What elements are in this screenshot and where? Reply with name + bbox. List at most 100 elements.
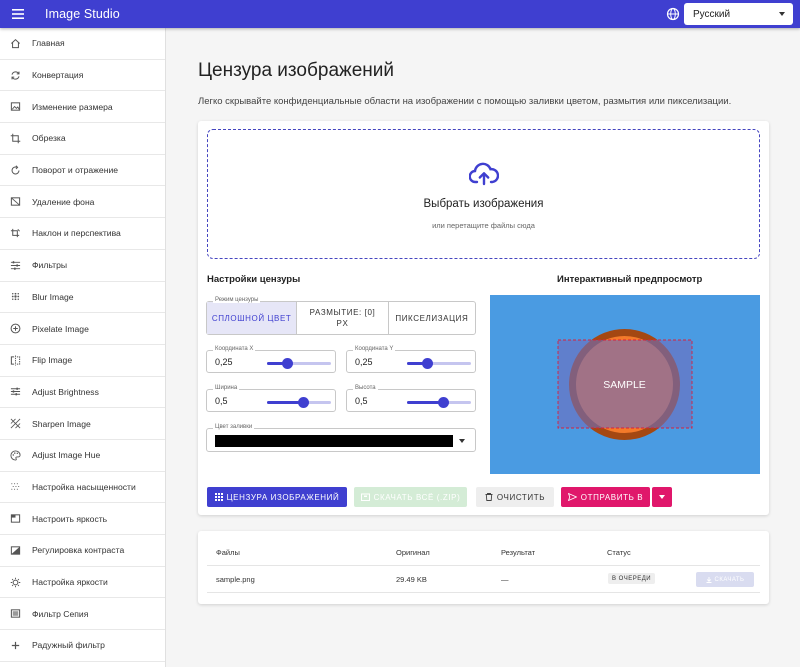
sepia-icon xyxy=(9,608,21,620)
home-icon xyxy=(9,37,21,49)
app-title: Image Studio xyxy=(45,7,120,21)
mode-pixelate-button[interactable]: ПИКСЕЛИЗАЦИЯ xyxy=(389,302,475,334)
coord-x-value: 0,25 xyxy=(215,357,233,367)
palette-icon xyxy=(9,449,21,461)
send-to-dropdown-button[interactable] xyxy=(652,487,672,507)
height-value: 0,5 xyxy=(355,396,368,406)
sidebar-item-adjust-brightness[interactable]: Настроить яркость xyxy=(0,503,165,535)
globe-icon xyxy=(666,7,680,21)
sliders-icon xyxy=(9,386,21,398)
sidebar-item-brightness[interactable]: Adjust Brightness xyxy=(0,377,165,409)
sidebar-item-sepia[interactable]: Фильтр Сепия xyxy=(0,598,165,631)
column-header-original: Оригинал xyxy=(396,548,430,557)
trash-icon xyxy=(485,493,493,501)
fill-color-swatch xyxy=(215,435,453,447)
page-description: Легко скрывайте конфиденциальные области… xyxy=(198,96,732,107)
mode-blur-button[interactable]: РАЗМЫТИЕ: [0] PX xyxy=(297,302,389,334)
sidebar-item-convert[interactable]: Конвертация xyxy=(0,60,165,92)
column-header-files: Файлы xyxy=(216,548,240,557)
sidebar-item-rotate[interactable]: Поворот и отражение xyxy=(0,155,165,187)
clear-button[interactable]: ОЧИСТИТЬ xyxy=(476,487,554,507)
sidebar-item-remove-bg[interactable]: Удаление фона xyxy=(0,186,165,219)
censor-card: Выбрать изображения или перетащите файлы… xyxy=(198,121,769,515)
table-divider xyxy=(207,592,760,593)
sidebar-item-resize[interactable]: Изменение размера xyxy=(0,91,165,124)
status-badge: В ОЧЕРЕДИ xyxy=(608,573,656,584)
sidebar-item-sharpen[interactable]: Sharpen Image xyxy=(0,408,165,440)
preview-title: Интерактивный предпросмотр xyxy=(557,274,703,285)
saturation-icon xyxy=(9,481,21,493)
sidebar-item-flip[interactable]: Flip Image xyxy=(0,345,165,377)
sidebar-item-pixelate[interactable]: Pixelate Image xyxy=(0,313,165,345)
perspective-icon xyxy=(9,227,21,239)
table-divider xyxy=(207,565,760,566)
menu-button[interactable] xyxy=(0,0,36,28)
column-header-result: Результат xyxy=(501,548,536,557)
sidebar-item-blur[interactable]: Blur Image xyxy=(0,282,165,314)
height-slider-thumb[interactable] xyxy=(438,397,449,408)
coord-x-slider-thumb[interactable] xyxy=(282,358,293,369)
coord-y-value: 0,25 xyxy=(355,357,373,367)
sidebar-item-hue[interactable]: Adjust Image Hue xyxy=(0,440,165,472)
coord-y-slider-thumb[interactable] xyxy=(422,358,433,369)
settings-title: Настройки цензуры xyxy=(207,274,301,285)
mode-toggle-group: Режим цензуры СПЛОШНОЙ ЦВЕТ РАЗМЫТИЕ: [0… xyxy=(206,297,476,335)
send-icon xyxy=(567,493,577,501)
width-slider-thumb[interactable] xyxy=(298,397,309,408)
language-value: Русский xyxy=(693,8,731,20)
archive-icon xyxy=(360,493,370,501)
height-field: Высота 0,5 xyxy=(346,385,476,412)
dropzone-subtitle: или перетащите файлы сюда xyxy=(432,221,535,230)
sidebar-item-brightness-settings[interactable]: Настройка яркости xyxy=(0,567,165,599)
mode-legend: Режим цензуры xyxy=(213,297,261,303)
menu-icon xyxy=(12,9,24,19)
plus-circle-icon xyxy=(9,639,21,651)
fill-color-select[interactable]: Цвет заливки xyxy=(206,424,476,452)
sidebar-item-filters[interactable]: Фильтры xyxy=(0,250,165,282)
fill-color-label: Цвет заливки xyxy=(213,424,255,430)
sidebar-item-crop[interactable]: Обрезка xyxy=(0,123,165,155)
preview-canvas[interactable]: SAMPLE xyxy=(490,295,760,474)
file-original-size-cell: 29.49 KB xyxy=(396,575,427,584)
pixelate-icon xyxy=(9,323,21,335)
sharpen-icon xyxy=(9,418,21,430)
sidebar-item-home[interactable]: Главная xyxy=(0,28,165,60)
width-value: 0,5 xyxy=(215,396,228,406)
coord-y-field: Координата Y 0,25 xyxy=(346,346,476,373)
caret-down-icon xyxy=(659,495,665,499)
send-to-button[interactable]: ОТПРАВИТЬ В xyxy=(561,487,650,507)
dropzone[interactable]: Выбрать изображения или перетащите файлы… xyxy=(207,129,760,259)
sidebar: Главная Конвертация Изменение размера Об… xyxy=(0,28,166,667)
flip-icon xyxy=(9,354,21,366)
download-file-button[interactable]: СКАЧАТЬ xyxy=(696,572,754,587)
background-remove-icon xyxy=(9,196,21,208)
file-name-cell: sample.png xyxy=(216,575,255,584)
width-field: Ширина 0,5 xyxy=(206,385,336,412)
blur-icon xyxy=(9,291,21,303)
image-icon xyxy=(9,101,21,113)
contrast-icon xyxy=(9,544,21,556)
cloud-upload-icon xyxy=(469,162,499,186)
brightness-settings-icon xyxy=(9,576,21,588)
sidebar-item-contrast[interactable]: Регулировка контраста xyxy=(0,535,165,567)
coord-x-slider-fill xyxy=(267,362,283,365)
download-all-button[interactable]: СКАЧАТЬ ВСЁ (.ZIP) xyxy=(354,487,467,507)
preview-image: SAMPLE xyxy=(557,329,693,440)
chevron-down-icon xyxy=(779,12,785,16)
page-title: Цензура изображений xyxy=(198,60,395,81)
sidebar-item-saturation[interactable]: Настройка насыщенности xyxy=(0,472,165,504)
sidebar-item-rainbow[interactable]: Радужный фильтр xyxy=(0,630,165,662)
files-table: Файлы Оригинал Результат Статус sample.p… xyxy=(198,531,769,604)
app-bar: Image Studio Русский xyxy=(0,0,800,28)
censor-images-button[interactable]: ЦЕНЗУРА ИЗОБРАЖЕНИЙ xyxy=(207,487,347,507)
brightness-icon xyxy=(9,513,21,525)
sample-text: SAMPLE xyxy=(603,379,646,391)
language-select[interactable]: Русский xyxy=(684,3,793,25)
coord-x-field: Координата X 0,25 xyxy=(206,346,336,373)
download-icon xyxy=(706,576,712,583)
coord-x-label: Координата X xyxy=(213,346,256,352)
blur-grid-icon xyxy=(214,493,223,501)
coord-y-label: Координата Y xyxy=(353,346,396,352)
sidebar-item-perspective[interactable]: Наклон и перспектива xyxy=(0,218,165,250)
mode-solid-color-button[interactable]: СПЛОШНОЙ ЦВЕТ xyxy=(207,302,298,334)
